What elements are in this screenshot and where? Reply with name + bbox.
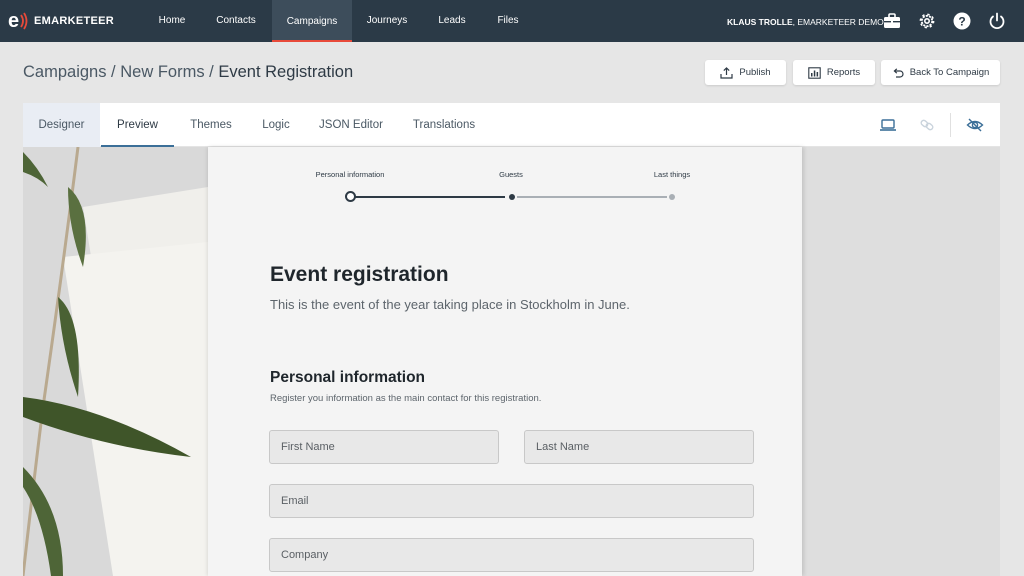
tab-themes[interactable]: Themes [183,103,239,147]
nav-files[interactable]: Files [488,0,528,42]
tab-json-editor[interactable]: JSON Editor [315,103,387,147]
bar-chart-icon [808,66,821,79]
editor-tabbar: Designer Preview Themes Logic JSON Edito… [23,103,1000,147]
svg-text:e: e [8,10,19,32]
step-label-personal-information[interactable]: Personal information [316,170,385,179]
undo-arrow-icon [893,67,904,78]
upload-icon [720,66,734,79]
breadcrumb-separator: / [106,63,121,81]
power-icon[interactable] [987,11,1007,31]
tab-designer[interactable]: Designer [23,103,100,147]
nav-campaigns[interactable]: Campaigns [272,0,352,42]
link-icon[interactable] [917,115,937,135]
tab-preview[interactable]: Preview [101,103,174,147]
step-dot-last-things[interactable] [669,194,675,200]
toolbar-divider [950,113,951,137]
briefcase-icon[interactable] [882,11,902,31]
breadcrumb-new-forms[interactable]: New Forms [120,63,204,81]
publish-label: Publish [739,67,771,78]
form-subtitle: This is the event of the year taking pla… [270,297,630,312]
step-label-guests[interactable]: Guests [499,170,523,179]
form-title: Event registration [270,263,449,286]
step-dot-guests[interactable] [509,194,515,200]
background-plant-image [23,147,208,576]
back-to-campaign-label: Back To Campaign [909,67,990,78]
section-title: Personal information [270,369,426,386]
tab-translations[interactable]: Translations [407,103,481,147]
help-icon[interactable]: ? [952,11,972,31]
app-logo[interactable]: e EMARKETEER [8,9,114,33]
nav-contacts[interactable]: Contacts [207,0,265,42]
reports-label: Reports [826,67,861,78]
top-navbar: e EMARKETEER Home Contacts Campaigns Jou… [0,0,1024,42]
step-progress-line-completed [355,196,505,198]
emarketeer-logo-icon: e [8,10,28,32]
eye-off-icon[interactable] [965,115,985,135]
back-to-campaign-button[interactable]: Back To Campaign [881,60,1000,85]
reports-button[interactable]: Reports [793,60,875,85]
step-label-last-things[interactable]: Last things [654,170,690,179]
user-name: KLAUS TROLLE [727,17,793,27]
breadcrumb-current: Event Registration [218,63,354,81]
company-field[interactable] [269,538,754,572]
email-field[interactable] [269,484,754,518]
first-name-field[interactable] [269,430,499,464]
form-preview: Personal information Guests Last things … [208,147,802,576]
last-name-field[interactable] [524,430,754,464]
section-subtitle: Register you information as the main con… [270,393,542,404]
svg-text:?: ? [958,15,965,29]
nav-leads[interactable]: Leads [430,0,474,42]
step-dot-personal-information[interactable] [345,191,356,202]
nav-journeys[interactable]: Journeys [358,0,416,42]
publish-button[interactable]: Publish [705,60,786,85]
user-account[interactable]: KLAUS TROLLE, EMARKETEER DEMO [727,0,884,42]
app-name: EMARKETEER [34,15,115,27]
nav-home[interactable]: Home [150,0,194,42]
tab-logic[interactable]: Logic [255,103,297,147]
breadcrumb: Campaigns / New Forms / Event Registrati… [23,63,353,82]
gear-icon[interactable] [917,11,937,31]
step-progress-line-pending [517,196,667,198]
user-org: , EMARKETEER DEMO [792,17,884,27]
background-right [802,147,1000,576]
breadcrumb-campaigns[interactable]: Campaigns [23,63,106,81]
laptop-icon[interactable] [878,115,898,135]
plant-decoration [23,147,208,576]
breadcrumb-separator: / [204,63,219,81]
